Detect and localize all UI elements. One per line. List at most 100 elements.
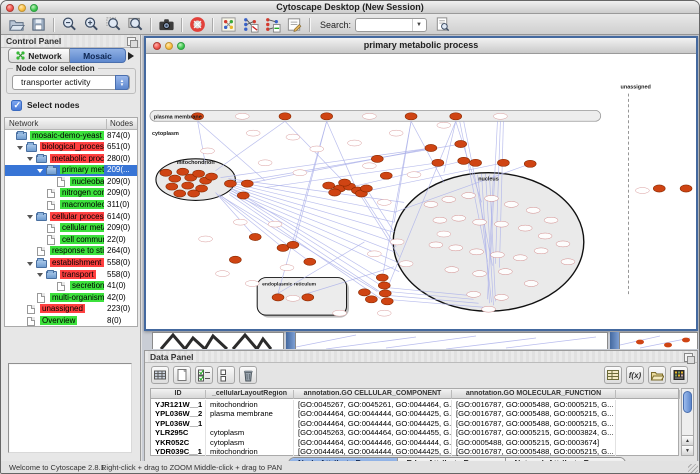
tree-row[interactable]: macromolecule311(0) <box>5 200 137 212</box>
expand-triangle-icon[interactable] <box>37 273 43 277</box>
tree-row-label: primary metabo <box>60 165 104 174</box>
tab-network[interactable]: Network <box>8 48 70 63</box>
network-node <box>174 190 186 197</box>
tree-row[interactable]: cellular process614(0) <box>5 211 137 223</box>
network-canvas[interactable]: plasma membranecytoplasmmitochondrionnuc… <box>146 54 696 329</box>
dp-new-attribute-button[interactable] <box>173 366 191 384</box>
tree-row[interactable]: metabolic process280(0) <box>5 153 137 165</box>
zoom-fit-button[interactable] <box>125 16 145 34</box>
network-window-titlebar[interactable]: primary metabolic process <box>146 38 696 54</box>
table-row[interactable]: YPL036W__2plasma membrane[GO:0044464, GO… <box>151 409 678 419</box>
network-node <box>224 180 236 187</box>
background-window-thumbnail[interactable] <box>295 332 608 349</box>
table-row[interactable]: YDR039C__1mitochondrion[GO:0044464, GO:0… <box>151 447 678 457</box>
dp-unselect-attributes-button[interactable] <box>217 366 235 384</box>
network-node <box>241 180 253 187</box>
tab-overflow-icon[interactable] <box>128 52 134 60</box>
filter-button[interactable] <box>432 16 452 34</box>
help-button[interactable] <box>187 16 207 34</box>
attribute-table-header[interactable]: ID_cellularLayoutRegionannotation.GO CEL… <box>151 389 678 399</box>
dp-import-button[interactable] <box>648 366 666 384</box>
table-row[interactable]: YKR052Ccytoplasm[GO:0044464, GO:0044446,… <box>151 437 678 447</box>
tree-header[interactable]: Network Nodes <box>5 118 137 130</box>
dp-delete-button[interactable] <box>239 366 257 384</box>
show-all-button[interactable] <box>262 16 282 34</box>
dp-table-button[interactable] <box>604 366 622 384</box>
hide-selected-button[interactable] <box>240 16 260 34</box>
column-header[interactable]: annotation.GO MOLECULAR_FUNCTION <box>452 390 616 399</box>
zoom-selected-button[interactable] <box>103 16 123 34</box>
zoom-out-button[interactable] <box>59 16 79 34</box>
tree-row[interactable]: cellular metabo209(0) <box>5 223 137 235</box>
toolbar-separator <box>150 18 151 32</box>
table-row[interactable]: YJR121W__1mitochondrion[GO:0045267, GO:0… <box>151 399 678 409</box>
scrollbar-thumb[interactable] <box>683 391 692 413</box>
toolbar-separator <box>309 18 310 32</box>
tree-row[interactable]: secretion41(0) <box>5 281 137 293</box>
search-input[interactable]: ▼ <box>355 18 427 32</box>
dropdown-stepper-icon: ▲▼ <box>115 75 129 90</box>
zoom-in-button[interactable] <box>81 16 101 34</box>
column-header[interactable]: _cellularLayoutRegion <box>206 390 294 399</box>
tree-row[interactable]: mosaic-demo-yeast874(0) <box>5 130 137 142</box>
status-zoom-hint: Right-click + drag to ZOOM <box>101 463 192 472</box>
tree-row[interactable]: unassigned223(0) <box>5 304 137 316</box>
tree-row[interactable]: Overview8(0) <box>5 316 137 328</box>
tree-row[interactable]: nitrogen compo209(0) <box>5 188 137 200</box>
main-toolbar: Search:▼ <box>1 14 699 35</box>
float-panel-icon[interactable] <box>127 37 136 46</box>
network-view-window[interactable]: primary metabolic process plasma membran… <box>144 36 698 331</box>
scroll-down-icon[interactable]: ▼ <box>682 445 693 455</box>
network-node <box>160 169 172 176</box>
birds-eye-view[interactable] <box>8 363 132 453</box>
folder-icon <box>36 260 47 268</box>
dp-grid-button[interactable] <box>151 366 169 384</box>
table-scrollbar[interactable]: ▲ ▼ <box>681 388 694 456</box>
tree-row[interactable]: cell communicat22(0) <box>5 234 137 246</box>
dp-select-attributes-button[interactable] <box>195 366 213 384</box>
window-titlebar[interactable]: Cytoscape Desktop (New Session) <box>1 1 699 14</box>
expand-triangle-icon[interactable] <box>17 146 23 150</box>
scroll-up-icon[interactable]: ▲ <box>682 435 693 445</box>
network-node <box>524 160 536 167</box>
resize-grip[interactable] <box>688 464 698 474</box>
expand-triangle-icon[interactable] <box>27 215 33 219</box>
background-window-thumbnail[interactable] <box>619 332 698 349</box>
tree-row-label: nitrogen compo <box>60 188 104 197</box>
attribute-table[interactable]: ID_cellularLayoutRegionannotation.GO CEL… <box>150 388 679 456</box>
folder-icon <box>16 132 27 140</box>
window-edge-bar[interactable] <box>610 332 619 349</box>
manage-networks-button[interactable] <box>218 16 238 34</box>
node-color-dropdown[interactable]: transporter activity ▲▼ <box>12 75 130 90</box>
table-row[interactable]: YPL036W__1[GO:0044464, GO:0044444, GO:00… <box>151 418 678 428</box>
search-dropdown-icon[interactable]: ▼ <box>412 19 425 31</box>
tree-row[interactable]: establishment of lo558(0) <box>5 258 137 270</box>
column-header[interactable]: ID <box>151 390 206 399</box>
dp-matrix-button[interactable] <box>670 366 688 384</box>
tree-row[interactable]: multi-organism pro42(0) <box>5 292 137 304</box>
background-window-thumbnail[interactable] <box>152 332 284 349</box>
camera-button[interactable] <box>156 16 176 34</box>
expand-triangle-icon[interactable] <box>37 169 43 173</box>
save-button[interactable] <box>28 16 48 34</box>
data-panel-float-icon[interactable] <box>684 353 693 362</box>
tree-row[interactable]: transport558(0) <box>5 269 137 281</box>
toolbar-separator <box>181 18 182 32</box>
tab-mosaic[interactable]: Mosaic <box>70 48 126 63</box>
expand-triangle-icon[interactable] <box>27 262 33 266</box>
table-row[interactable]: YLR295Ccytoplasm[GO:0045263, GO:0044464,… <box>151 428 678 438</box>
tree-row[interactable]: response to stimulu264(0) <box>5 246 137 258</box>
window-edge-bar[interactable] <box>286 332 295 349</box>
annotations-button[interactable] <box>284 16 304 34</box>
open-button[interactable] <box>6 16 26 34</box>
tree-row[interactable]: primary metabo209(... <box>5 165 137 177</box>
expand-triangle-icon[interactable] <box>27 157 33 161</box>
select-nodes-checkbox[interactable] <box>11 100 22 111</box>
tree-row-nodes-count: 558(0) <box>107 258 130 267</box>
network-tab-icon <box>16 51 25 60</box>
column-header[interactable]: annotation.GO CELLULAR_COMPONENT <box>294 390 452 399</box>
dp-function-button[interactable]: f(x) <box>626 366 644 384</box>
tree-row[interactable]: biological_process651(0) <box>5 142 137 154</box>
tree-row[interactable]: nucleobase-209(0) <box>5 176 137 188</box>
network-node <box>193 170 205 177</box>
